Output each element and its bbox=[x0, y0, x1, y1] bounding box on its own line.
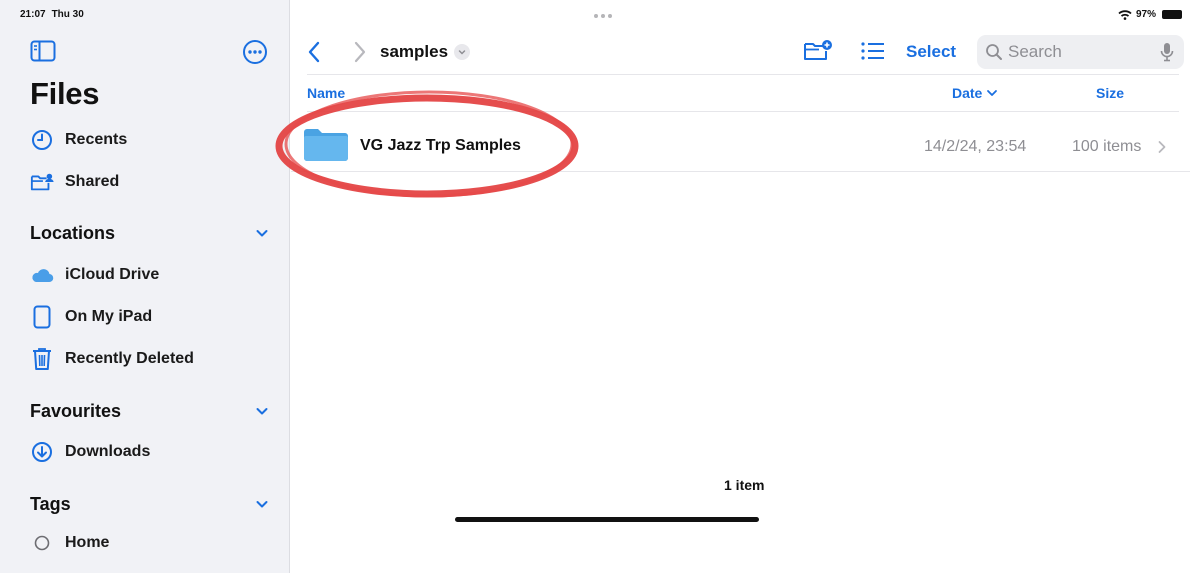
forward-chevron-icon[interactable] bbox=[349, 40, 369, 64]
sidebar-item-label: iCloud Drive bbox=[65, 266, 160, 283]
red-circle-annotation bbox=[275, 90, 579, 198]
list-view-icon[interactable] bbox=[860, 40, 886, 62]
column-date-label: Date bbox=[952, 85, 983, 101]
sidebar: 21:07 Thu 30 Files Recents Shared Locati… bbox=[0, 0, 290, 573]
sidebar-item-downloads[interactable]: Downloads bbox=[30, 439, 150, 465]
sidebar-item-label: Recently Deleted bbox=[65, 350, 194, 367]
sidebar-item-label: Shared bbox=[65, 173, 120, 190]
chevron-down-icon[interactable] bbox=[254, 496, 270, 512]
section-title: Locations bbox=[30, 222, 116, 243]
search-placeholder: Search bbox=[1008, 42, 1062, 61]
sidebar-item-recents[interactable]: Recents bbox=[30, 127, 127, 153]
new-folder-icon[interactable] bbox=[803, 39, 833, 63]
section-title: Tags bbox=[30, 493, 71, 514]
tag-circle-icon bbox=[30, 531, 54, 555]
sidebar-item-on-my-ipad[interactable]: On My iPad bbox=[30, 304, 152, 330]
section-tags[interactable]: Tags bbox=[30, 491, 270, 517]
trash-icon bbox=[30, 347, 54, 371]
clock-icon bbox=[30, 128, 54, 152]
status-right: 97% bbox=[1118, 9, 1182, 20]
sidebar-item-recently-deleted[interactable]: Recently Deleted bbox=[30, 346, 194, 372]
sidebar-item-label: On My iPad bbox=[65, 308, 153, 325]
sidebar-item-label: Downloads bbox=[65, 443, 151, 460]
file-size: 100 items bbox=[1072, 138, 1142, 155]
sidebar-item-shared[interactable]: Shared bbox=[30, 169, 119, 195]
sidebar-item-icloud-drive[interactable]: iCloud Drive bbox=[30, 262, 159, 288]
chevron-down-icon bbox=[454, 44, 471, 60]
download-icon bbox=[30, 440, 54, 464]
more-options-icon[interactable] bbox=[242, 39, 268, 65]
file-date: 14/2/24, 23:54 bbox=[924, 138, 1027, 155]
sidebar-title: Files bbox=[30, 76, 100, 111]
wifi-icon bbox=[1118, 9, 1132, 20]
status-time: 21:07 bbox=[20, 9, 46, 20]
select-button[interactable]: Select bbox=[906, 42, 956, 62]
status-time-date: 21:07 Thu 30 bbox=[20, 9, 84, 20]
chevron-down-icon[interactable] bbox=[254, 403, 270, 419]
status-day: Thu 30 bbox=[51, 9, 84, 20]
sidebar-toggle-icon[interactable] bbox=[30, 40, 56, 62]
search-field[interactable]: Search bbox=[977, 35, 1184, 69]
microphone-icon[interactable] bbox=[1160, 42, 1174, 62]
section-title: Favourites bbox=[30, 400, 122, 421]
section-locations[interactable]: Locations bbox=[30, 220, 270, 246]
search-icon bbox=[986, 44, 1002, 60]
chevron-down-icon bbox=[987, 90, 998, 96]
files-app-window: 21:07 Thu 30 Files Recents Shared Locati… bbox=[0, 0, 1190, 573]
chevron-down-icon[interactable] bbox=[254, 225, 270, 241]
ipad-icon bbox=[30, 305, 54, 329]
sidebar-item-label: Recents bbox=[65, 131, 128, 148]
folder-title-text: samples bbox=[380, 42, 449, 61]
sidebar-item-label: Home bbox=[65, 534, 110, 551]
multitasking-dots-icon[interactable] bbox=[594, 14, 612, 18]
folder-title[interactable]: samples bbox=[380, 42, 471, 62]
icloud-icon bbox=[30, 263, 54, 287]
main-pane: 97% samples Select Search Name Date Size… bbox=[275, 0, 1190, 573]
battery-icon bbox=[1162, 10, 1182, 19]
shared-folder-icon bbox=[30, 170, 54, 194]
sidebar-item-tag-home[interactable]: Home bbox=[30, 530, 109, 556]
back-chevron-icon[interactable] bbox=[305, 40, 325, 64]
item-count: 1 item bbox=[724, 477, 765, 493]
chevron-right-icon bbox=[1158, 141, 1166, 153]
battery-percent: 97% bbox=[1135, 9, 1156, 20]
column-date[interactable]: Date bbox=[952, 85, 998, 101]
column-size[interactable]: Size bbox=[1096, 85, 1124, 101]
home-indicator[interactable] bbox=[455, 517, 759, 522]
section-favourites[interactable]: Favourites bbox=[30, 398, 270, 424]
